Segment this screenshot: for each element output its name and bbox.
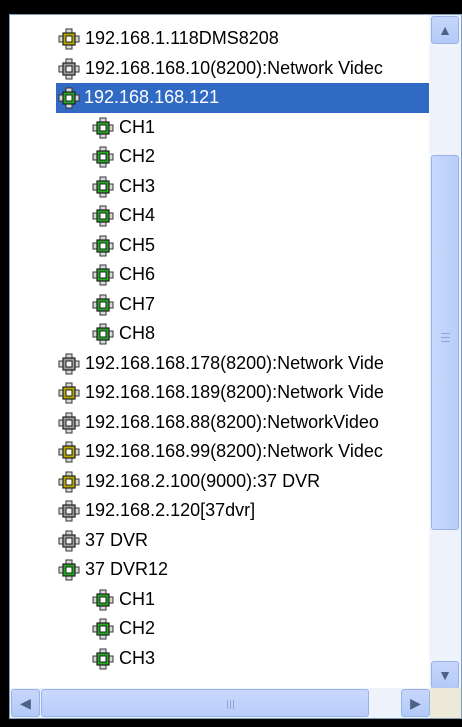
tree-item-label: 37 DVR [85, 529, 149, 550]
scroll-down-button[interactable]: ▼ [431, 661, 459, 689]
vertical-scrollbar[interactable]: ▲ ▼ [429, 15, 461, 690]
tree-device-item[interactable]: 192.168.2.120[37dvr] [10, 496, 431, 526]
tree-item-label: CH3 [119, 175, 156, 196]
tree-item-label: 37 DVR12 [85, 559, 169, 579]
tree-device-item[interactable]: 37 DVR12 [10, 555, 431, 585]
device-icon [58, 353, 80, 375]
device-icon [58, 28, 80, 50]
device-tree[interactable]: 192.168.1.118DMS8208 192.168.168.10(8200)… [10, 24, 431, 700]
tree-item-label: CH4 [119, 205, 156, 225]
tree-item-label: 192.168.168.88(8200):NetworkVideo [85, 411, 379, 432]
device-icon [58, 441, 80, 463]
tree-device-item[interactable]: 37 DVR [10, 526, 431, 556]
device-icon [58, 87, 80, 109]
device-icon [58, 500, 80, 522]
channel-icon [92, 146, 114, 168]
tree-item-label: CH6 [119, 264, 156, 284]
channel-icon [92, 235, 114, 257]
tree-item-label: CH5 [119, 234, 156, 255]
tree-channel-item[interactable]: CH2 [10, 142, 431, 172]
scroll-left-arrow-icon: ◀ [20, 695, 31, 711]
tree-item-label: 192.168.168.10(8200):Network Videc [85, 57, 383, 78]
tree-device-item[interactable]: 192.168.168.121 [10, 83, 431, 113]
tree-item-label: CH1 [119, 588, 156, 609]
channel-icon [92, 589, 114, 611]
tree-channel-item[interactable]: CH5 [10, 231, 431, 261]
device-tree-panel: 192.168.1.118DMS8208 192.168.168.10(8200)… [9, 14, 462, 719]
tree-channel-item[interactable]: CH8 [10, 319, 431, 349]
tree-channel-item[interactable]: CH1 [10, 585, 431, 615]
vertical-scroll-thumb[interactable] [431, 155, 459, 530]
tree-device-item[interactable]: 192.168.168.189(8200):Network Vide [10, 378, 431, 408]
channel-icon [92, 323, 114, 345]
tree-device-item[interactable]: 192.168.2.100(9000):37 DVR [10, 467, 431, 497]
device-icon [58, 559, 80, 581]
channel-icon [92, 205, 114, 227]
channel-icon [92, 117, 114, 139]
tree-item-label: CH2 [119, 146, 156, 166]
device-icon [58, 412, 80, 434]
tree-item-label: CH2 [119, 618, 156, 638]
tree-item-label: 192.168.168.121 [82, 83, 222, 113]
device-icon [58, 471, 80, 493]
tree-channel-item[interactable]: CH1 [10, 113, 431, 143]
tree-device-item[interactable]: 192.168.168.88(8200):NetworkVideo [10, 408, 431, 438]
scroll-up-arrow-icon: ▲ [438, 22, 452, 38]
horizontal-scroll-thumb[interactable] [41, 689, 369, 717]
scrollbar-corner [430, 688, 461, 718]
channel-icon [92, 264, 114, 286]
tree-device-item[interactable]: 192.168.168.99(8200):Network Videc [10, 437, 431, 467]
thumb-grip-icon [227, 700, 228, 709]
tree-item-label: 192.168.168.178(8200):Network Vide [85, 352, 384, 373]
horizontal-scrollbar[interactable]: ◀ ▶ [10, 688, 431, 718]
tree-item-label: CH7 [119, 293, 156, 314]
tree-channel-item[interactable]: CH3 [10, 644, 431, 674]
tree-channel-item[interactable]: CH7 [10, 290, 431, 320]
scroll-right-button[interactable]: ▶ [401, 689, 430, 717]
tree-device-item[interactable]: 192.168.168.10(8200):Network Videc [10, 54, 431, 84]
thumb-grip-icon [441, 337, 450, 338]
channel-icon [92, 618, 114, 640]
thumb-grip-icon [441, 333, 450, 334]
tree-item-label: CH1 [119, 116, 156, 137]
device-icon [58, 58, 80, 80]
tree-item-label: 192.168.2.120[37dvr] [85, 500, 256, 520]
tree-device-item[interactable]: 192.168.168.178(8200):Network Vide [10, 349, 431, 379]
tree-channel-item[interactable]: CH4 [10, 201, 431, 231]
tree-item-label: 192.168.1.118DMS8208 [85, 28, 279, 48]
scroll-down-arrow-icon: ▼ [438, 667, 452, 683]
channel-icon [92, 648, 114, 670]
scroll-up-button[interactable]: ▲ [431, 16, 459, 44]
tree-item-label: 192.168.2.100(9000):37 DVR [85, 470, 321, 491]
tree-channel-item[interactable]: CH2 [10, 614, 431, 644]
thumb-grip-icon [441, 341, 450, 342]
tree-item-label: 192.168.168.99(8200):Network Videc [85, 441, 383, 461]
scroll-right-arrow-icon: ▶ [410, 695, 421, 711]
channel-icon [92, 176, 114, 198]
channel-icon [92, 294, 114, 316]
device-icon [58, 530, 80, 552]
tree-item-label: 192.168.168.189(8200):Network Vide [85, 382, 384, 402]
tree-channel-item[interactable]: CH3 [10, 172, 431, 202]
scroll-left-button[interactable]: ◀ [11, 689, 40, 717]
device-icon [58, 382, 80, 404]
tree-item-label: CH8 [119, 323, 156, 343]
tree-channel-item[interactable]: CH6 [10, 260, 431, 290]
tree-device-item[interactable]: 192.168.1.118DMS8208 [10, 24, 431, 54]
tree-item-label: CH3 [119, 647, 156, 668]
window-frame: 192.168.1.118DMS8208 192.168.168.10(8200)… [0, 0, 462, 727]
